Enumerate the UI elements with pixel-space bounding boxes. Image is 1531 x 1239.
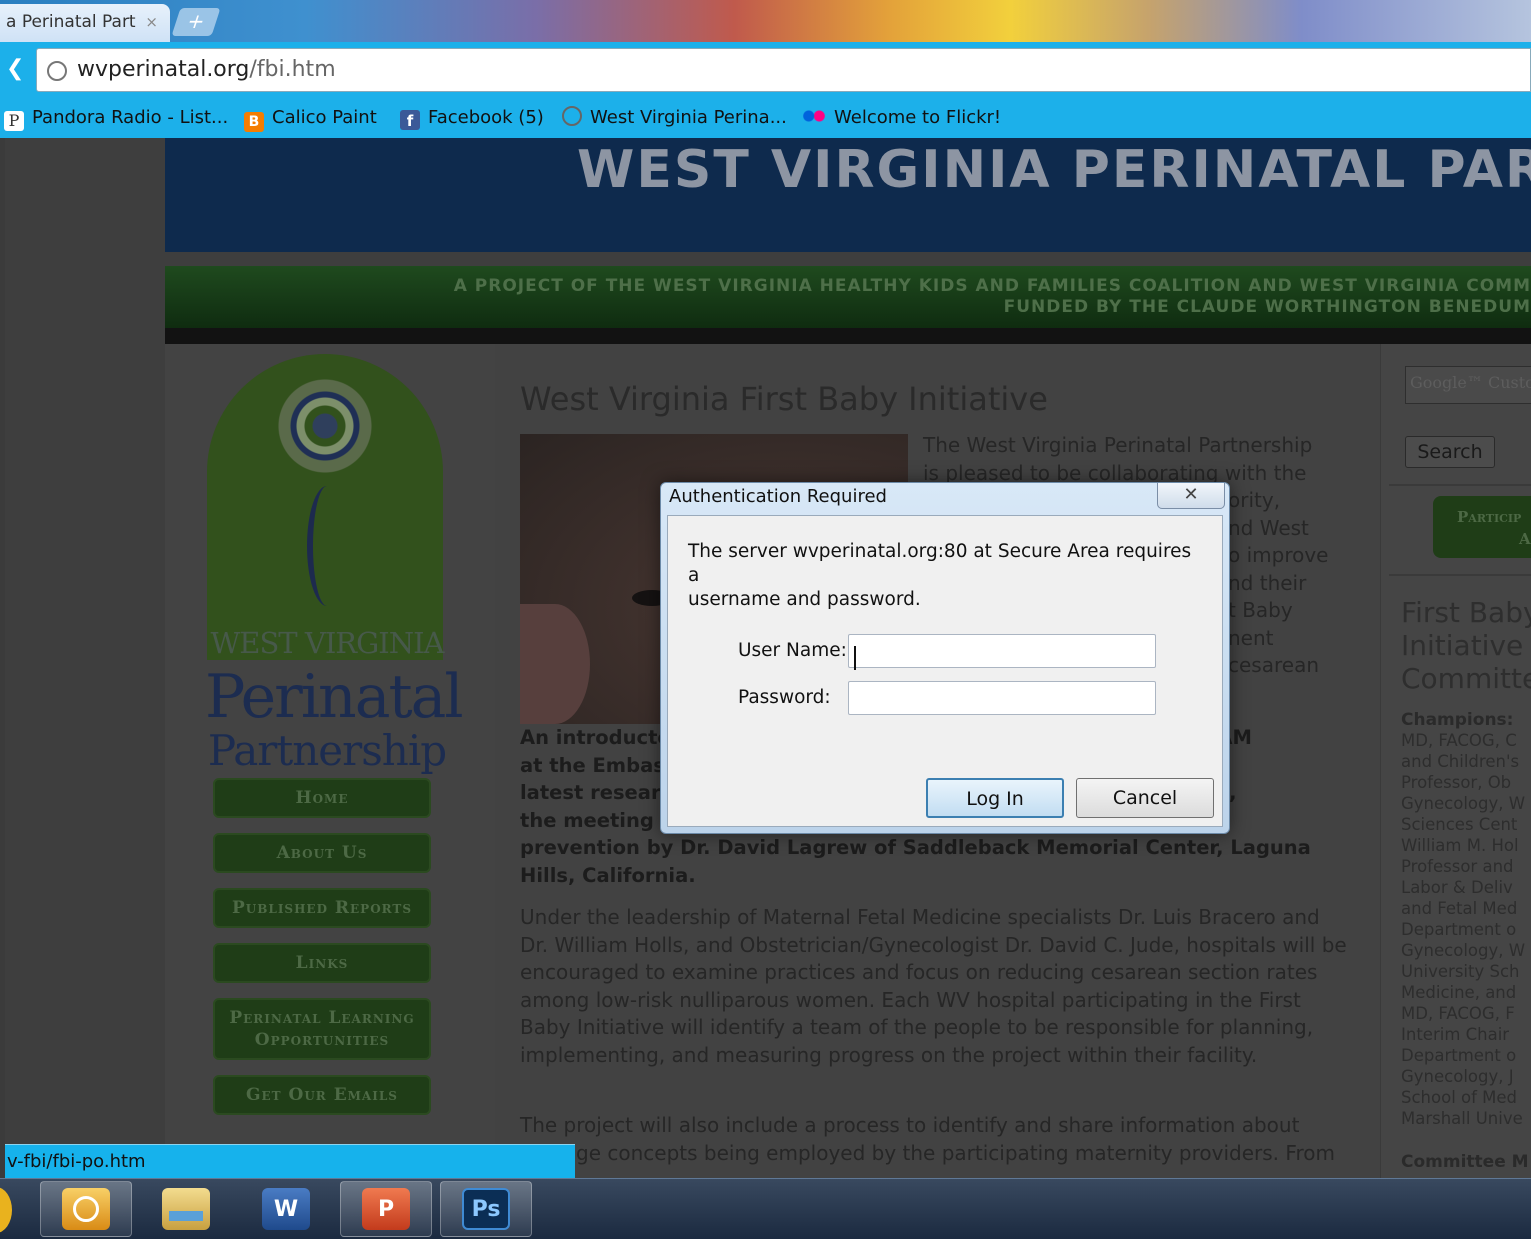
tab-title: a Perinatal Part xyxy=(6,12,136,32)
password-label: Password: xyxy=(738,687,831,708)
browser-tabstrip: a Perinatal Part × + xyxy=(0,0,1531,42)
new-tab-button[interactable]: + xyxy=(171,8,221,36)
taskbar-word[interactable]: W xyxy=(240,1181,332,1237)
logo-partnership: Partnership xyxy=(207,726,447,775)
tagline-line-2: FUNDED BY THE CLAUDE WORTHINGTON BENEDUM xyxy=(1003,297,1531,317)
logo-stem xyxy=(307,486,347,606)
champions-text: MD, FACOG, C and Children's Professor, O… xyxy=(1401,731,1526,1128)
site-title: WEST VIRGINIA PERINATAL PARTNE xyxy=(577,140,1531,200)
nav-links-button[interactable]: Links xyxy=(213,943,431,983)
logo-west-virginia: WEST VIRGINIA xyxy=(210,626,444,660)
tab-close-icon[interactable]: × xyxy=(145,13,158,31)
bookmark-label: Calico Paint xyxy=(272,107,377,128)
sidebar-divider xyxy=(1389,574,1531,576)
blogger-icon: B xyxy=(244,112,264,132)
bookmark-facebook[interactable]: f Facebook (5) xyxy=(400,104,544,132)
url-path: /fbi.htm xyxy=(249,57,336,82)
bookmark-calico-paint[interactable]: B Calico Paint xyxy=(244,104,377,132)
bookmark-wv-perinatal[interactable]: West Virginia Perina... xyxy=(562,104,787,132)
baby-ear xyxy=(520,604,590,724)
nav-about-us-button[interactable]: About Us xyxy=(213,833,431,873)
url-text[interactable]: wvperinatal.org/fbi.htm xyxy=(77,57,336,82)
participate-label-2: A xyxy=(1519,530,1531,548)
nav-home-button[interactable]: Home xyxy=(213,778,431,818)
nav-get-our-emails-button[interactable]: Get Our Emails xyxy=(213,1075,431,1115)
logo-arch xyxy=(207,354,443,660)
bookmark-label: Facebook (5) xyxy=(428,107,544,128)
site-header: WEST VIRGINIA PERINATAL PARTNE xyxy=(165,138,1531,252)
start-orb-icon[interactable] xyxy=(0,1187,12,1233)
windows-taskbar: W P Ps xyxy=(0,1178,1531,1239)
plus-icon: + xyxy=(184,9,209,33)
bookmark-flickr[interactable]: Welcome to Flickr! xyxy=(802,104,1001,132)
word-icon: W xyxy=(262,1188,310,1230)
intro-line: The West Virginia Perinatal Partnership xyxy=(923,433,1313,457)
url-domain: wvperinatal.org xyxy=(77,57,250,82)
article-title: West Virginia First Baby Initiative xyxy=(520,380,1048,418)
powerpoint-icon: P xyxy=(362,1188,410,1230)
committee-members-label: Committee M xyxy=(1401,1152,1529,1172)
dandelion-icon xyxy=(265,366,385,486)
bold-line: prevention by Dr. David Lagrew of Saddle… xyxy=(520,836,1311,859)
photoshop-icon: Ps xyxy=(462,1188,510,1230)
dialog-body: The server wvperinatal.org:80 at Secure … xyxy=(667,515,1223,827)
nav-published-reports-button[interactable]: Published Reports xyxy=(213,888,431,928)
project-paragraph: The project will also include a process … xyxy=(520,1112,1350,1167)
dialog-message: The server wvperinatal.org:80 at Secure … xyxy=(688,541,1192,610)
browser-toolbar: ❮ wvperinatal.org/fbi.htm xyxy=(0,42,1531,98)
auth-dialog: Authentication Required ✕ The server wvp… xyxy=(660,482,1230,834)
header-divider xyxy=(165,328,1531,344)
page-globe-icon xyxy=(47,61,67,81)
taskbar-outlook[interactable] xyxy=(40,1181,132,1237)
log-in-button[interactable]: Log In xyxy=(926,778,1064,818)
bookmark-pandora[interactable]: P Pandora Radio - List... xyxy=(4,104,228,132)
bold-line: Hills, California. xyxy=(520,863,696,887)
address-bar[interactable]: wvperinatal.org/fbi.htm xyxy=(36,48,1531,92)
participate-label-1: Particip xyxy=(1457,508,1522,526)
status-bar-url: v-fbi/fbi-po.htm xyxy=(5,1144,575,1178)
folder-icon xyxy=(162,1188,210,1230)
taskbar-photoshop[interactable]: Ps xyxy=(440,1181,532,1237)
pandora-icon: P xyxy=(4,111,24,131)
participate-button[interactable]: Particip A xyxy=(1433,496,1531,558)
tagline-band: A PROJECT OF THE WEST VIRGINIA HEALTHY K… xyxy=(165,266,1531,328)
leadership-paragraph: Under the leadership of Maternal Fetal M… xyxy=(520,905,1347,1067)
left-sidebar: WEST VIRGINIA Perinatal Partnership Home… xyxy=(165,344,495,1178)
nav-perinatal-learning-button[interactable]: Perinatal Learning Opportunities xyxy=(213,998,431,1060)
text-caret xyxy=(854,646,856,670)
bookmark-label: West Virginia Perina... xyxy=(590,107,787,128)
facebook-icon: f xyxy=(400,110,420,130)
bookmark-label: Welcome to Flickr! xyxy=(834,107,1002,128)
sidebar-divider xyxy=(1389,484,1531,486)
google-search-input[interactable]: Google™ Custo xyxy=(1405,366,1531,404)
champions-label: Champions: xyxy=(1401,710,1514,730)
password-input[interactable] xyxy=(848,681,1156,715)
cancel-button[interactable]: Cancel xyxy=(1076,778,1214,818)
project-line: The project will also include a process … xyxy=(520,1113,1300,1137)
taskbar-file-explorer[interactable] xyxy=(140,1181,232,1237)
bookmarks-bar: P Pandora Radio - List... B Calico Paint f… xyxy=(0,98,1531,138)
dialog-title: Authentication Required xyxy=(669,486,887,507)
committee-title: First Baby Initiative Committe xyxy=(1401,596,1531,695)
outlook-icon xyxy=(62,1188,110,1230)
username-input[interactable] xyxy=(848,634,1156,668)
globe-icon xyxy=(562,106,582,126)
back-arrow-icon[interactable]: ❮ xyxy=(6,56,24,81)
flickr-icon xyxy=(802,106,826,126)
browser-tab[interactable]: a Perinatal Part × xyxy=(0,4,170,42)
tagline-line-1: A PROJECT OF THE WEST VIRGINIA HEALTHY K… xyxy=(453,276,1531,296)
bookmark-label: Pandora Radio - List... xyxy=(32,107,229,128)
project-line: ge concepts being employed by the partic… xyxy=(576,1140,1335,1165)
dialog-close-icon[interactable]: ✕ xyxy=(1157,483,1225,509)
taskbar-powerpoint[interactable]: P xyxy=(340,1181,432,1237)
right-sidebar: Google™ Custo Search Particip A First Ba… xyxy=(1380,344,1531,1178)
logo-perinatal: Perinatal xyxy=(205,662,464,732)
search-button[interactable]: Search xyxy=(1405,436,1495,468)
username-label: User Name: xyxy=(738,640,847,661)
